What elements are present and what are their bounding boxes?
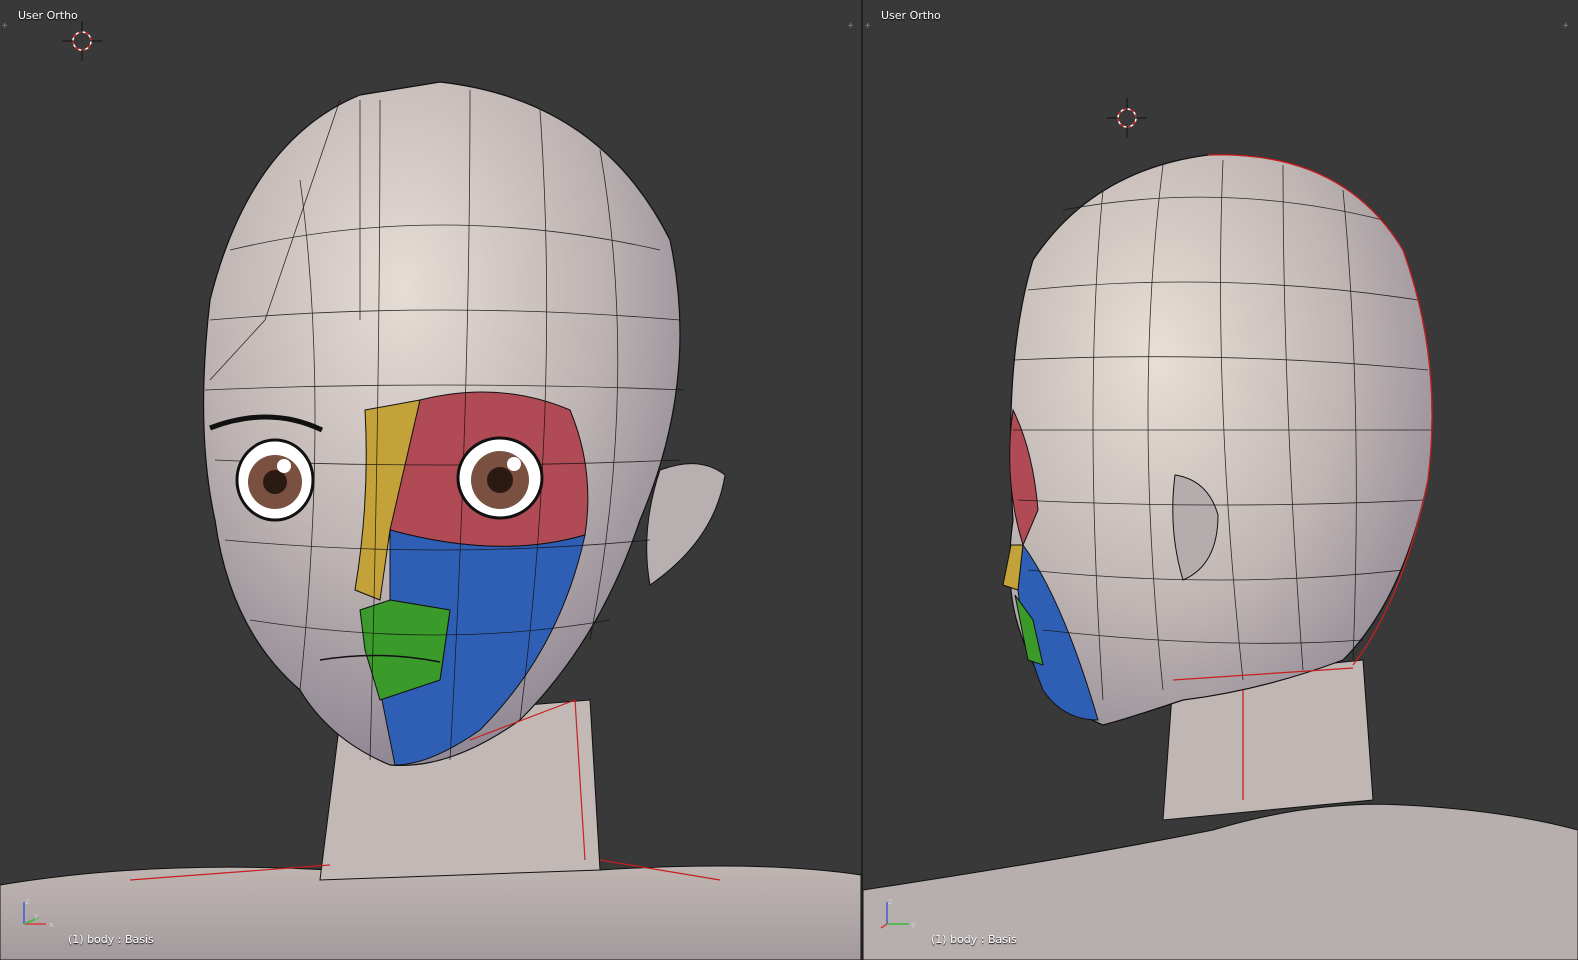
eye-right bbox=[456, 436, 544, 520]
axis-label-y: y bbox=[911, 920, 916, 929]
area-split-icon[interactable]: + bbox=[865, 22, 873, 31]
axis-label-x: x bbox=[49, 920, 54, 929]
axis-gizmo-icon: z y x bbox=[23, 897, 54, 929]
area-split-icon[interactable]: + bbox=[2, 22, 10, 31]
viewport-left[interactable]: User Ortho z y x + + (1) body : Basis bbox=[0, 0, 861, 960]
axis-label-z: z bbox=[888, 897, 892, 906]
head-mesh-front[interactable] bbox=[0, 0, 861, 960]
axis-gizmo-icon: z y bbox=[880, 897, 916, 929]
object-status: (1) body : Basis bbox=[931, 933, 1017, 946]
axis-label-z: z bbox=[25, 897, 29, 906]
axis-label-y: y bbox=[34, 911, 39, 920]
viewport-right[interactable]: User Ortho z y + + (1) body : Basis bbox=[863, 0, 1578, 960]
viewport-title: User Ortho bbox=[881, 9, 941, 22]
3d-cursor-icon[interactable] bbox=[1107, 98, 1147, 138]
head-mesh-side[interactable] bbox=[863, 0, 1578, 960]
area-split-icon[interactable]: + bbox=[1563, 22, 1571, 31]
area-split-icon[interactable]: + bbox=[848, 22, 856, 31]
object-status: (1) body : Basis bbox=[68, 933, 154, 946]
3d-cursor-icon[interactable] bbox=[62, 21, 102, 61]
